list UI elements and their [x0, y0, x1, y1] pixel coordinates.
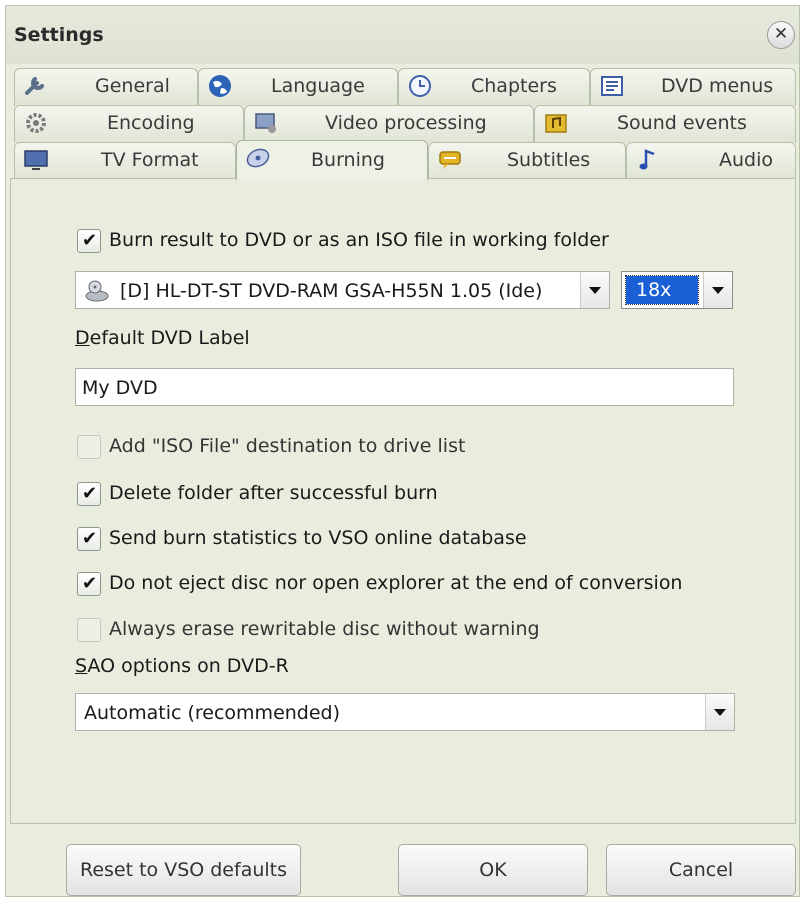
globe-icon	[209, 75, 231, 97]
drive-value: [D] HL-DT-ST DVD-RAM GSA-H55N 1.05 (Ide)	[120, 280, 543, 302]
dvd-label-input[interactable]: My DVD	[75, 368, 734, 406]
tab-language[interactable]: Language	[198, 68, 398, 106]
tab-label: Sound events	[617, 112, 747, 134]
settings-window: Settings ✕ General Language Chapters DVD…	[5, 5, 800, 897]
music-folder-icon	[545, 114, 567, 133]
cancel-button[interactable]: Cancel	[606, 844, 796, 896]
drive-select[interactable]: [D] HL-DT-ST DVD-RAM GSA-H55N 1.05 (Ide)	[75, 271, 610, 309]
chevron-down-icon[interactable]	[705, 694, 734, 730]
burn-result-label: Burn result to DVD or as an ISO file in …	[109, 229, 609, 251]
ok-button[interactable]: OK	[398, 844, 588, 896]
tab-subtitles[interactable]: Subtitles	[428, 142, 626, 180]
sao-value: Automatic (recommended)	[84, 702, 341, 724]
title-bar: Settings ✕	[6, 6, 799, 64]
check-mark-icon: ✔	[82, 483, 98, 504]
tab-label: Audio	[719, 149, 774, 171]
tab-burning[interactable]: Burning	[236, 140, 428, 180]
sao-title-rest: AO options on DVD-R	[87, 655, 289, 677]
tab-label: Language	[271, 75, 365, 97]
tab-label: Burning	[311, 149, 385, 171]
tab-dvd-menus[interactable]: DVD menus	[590, 68, 796, 106]
window-title: Settings	[14, 24, 104, 46]
tab-audio[interactable]: Audio	[626, 142, 796, 180]
speed-select[interactable]: 18x	[621, 271, 733, 309]
accelerator-letter: D	[75, 327, 90, 349]
speed-value: 18x	[636, 279, 672, 301]
iso-destination-label: Add "ISO File" destination to drive list	[109, 435, 466, 457]
reset-defaults-button[interactable]: Reset to VSO defaults	[66, 844, 301, 896]
tab-general[interactable]: General	[14, 68, 198, 106]
send-statistics-label: Send burn statistics to VSO online datab…	[109, 527, 527, 549]
tab-label: Video processing	[325, 112, 487, 134]
sao-options-title: SAO options on DVD-R	[75, 655, 289, 677]
chevron-down-icon[interactable]	[703, 272, 732, 308]
subtitle-icon	[439, 151, 461, 169]
send-statistics-checkbox[interactable]: ✔	[77, 527, 101, 551]
check-mark-icon: ✔	[82, 230, 98, 251]
music-note-icon	[639, 149, 655, 170]
speed-selection-highlight: 18x	[625, 275, 699, 305]
check-mark-icon: ✔	[82, 528, 98, 549]
delete-folder-checkbox[interactable]: ✔	[77, 482, 101, 506]
tab-tv-format[interactable]: TV Format	[14, 142, 236, 180]
default-label-title: Default DVD Label	[75, 327, 250, 349]
tab-label: Chapters	[471, 75, 557, 97]
erase-rewritable-label: Always erase rewritable disc without war…	[109, 618, 540, 640]
tab-encoding[interactable]: Encoding	[14, 105, 244, 143]
tab-label: Subtitles	[507, 149, 591, 171]
tv-icon	[24, 150, 48, 170]
tab-label: Encoding	[107, 112, 195, 134]
close-button[interactable]: ✕	[767, 21, 795, 49]
sao-select[interactable]: Automatic (recommended)	[75, 693, 735, 731]
iso-destination-checkbox[interactable]	[77, 435, 101, 459]
chevron-down-icon[interactable]	[580, 272, 609, 308]
clock-icon	[409, 75, 431, 97]
tab-label: DVD menus	[661, 75, 774, 97]
tab-chapters[interactable]: Chapters	[398, 68, 590, 106]
tab-label: General	[95, 75, 170, 97]
label-title-rest: efault DVD Label	[89, 327, 250, 349]
dvd-label-value: My DVD	[82, 377, 158, 399]
delete-folder-label: Delete folder after successful burn	[109, 482, 438, 504]
disc-icon	[246, 148, 270, 168]
close-icon: ✕	[773, 24, 789, 44]
gear-icon	[26, 113, 46, 133]
check-mark-icon: ✔	[82, 573, 98, 594]
video-screen-icon	[255, 113, 276, 133]
tab-label: TV Format	[101, 149, 199, 171]
wrench-icon	[25, 77, 44, 95]
no-eject-label: Do not eject disc nor open explorer at t…	[109, 572, 683, 594]
burn-result-checkbox[interactable]: ✔	[77, 229, 101, 253]
menu-icon	[601, 76, 623, 96]
tab-sound-events[interactable]: Sound events	[534, 105, 796, 143]
disc-drive-icon	[85, 280, 109, 302]
no-eject-checkbox[interactable]: ✔	[77, 572, 101, 596]
accelerator-letter: S	[75, 655, 88, 677]
burning-panel: ✔ Burn result to DVD or as an ISO file i…	[10, 178, 796, 824]
erase-rewritable-checkbox[interactable]	[77, 618, 101, 642]
tab-video-processing[interactable]: Video processing	[244, 105, 534, 143]
